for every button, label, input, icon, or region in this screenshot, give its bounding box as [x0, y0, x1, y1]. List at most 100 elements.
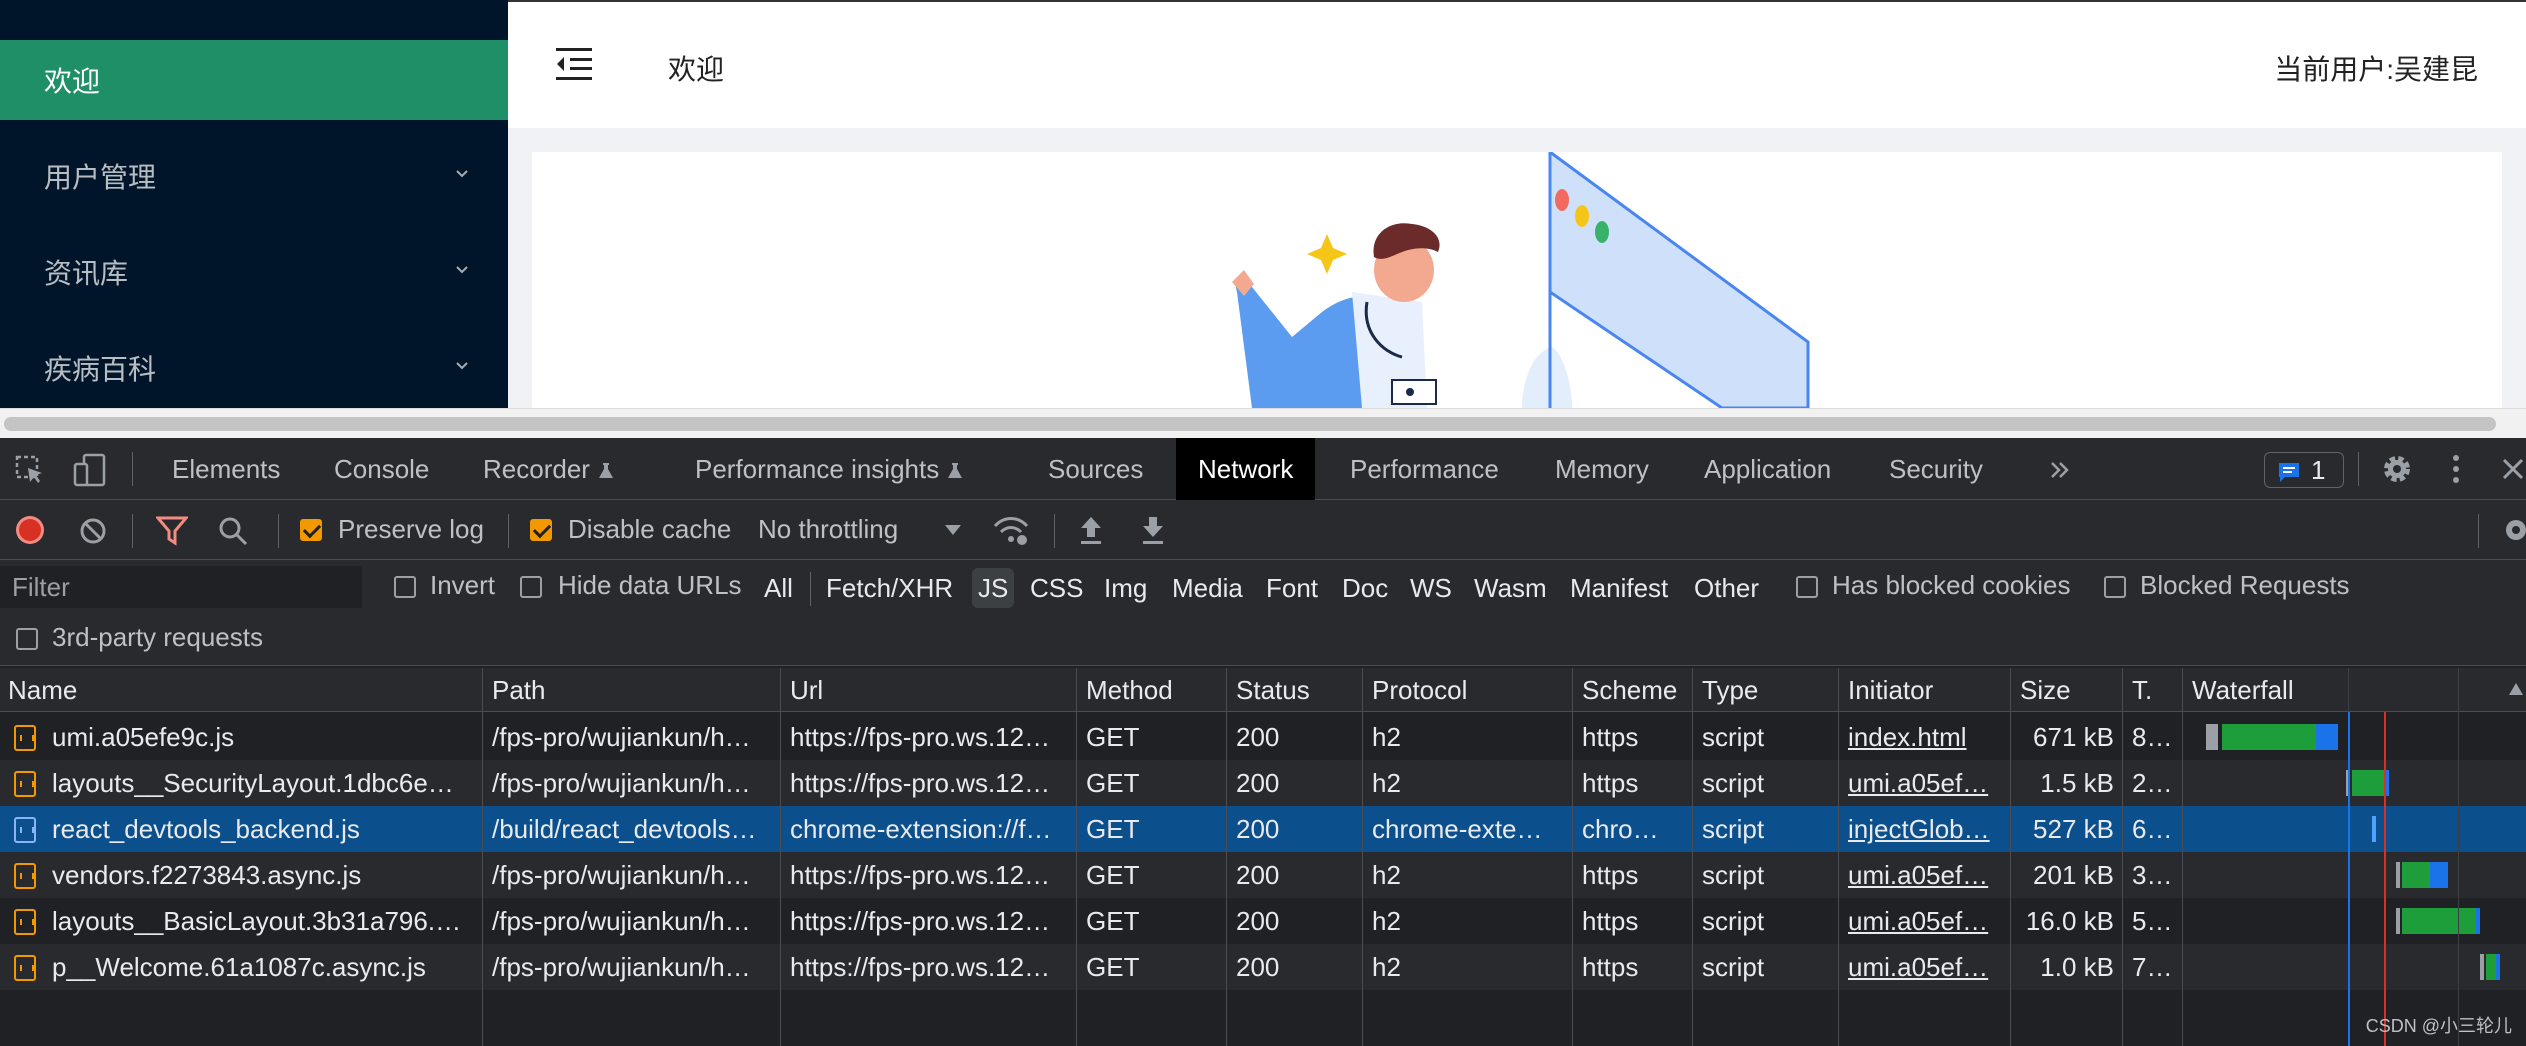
column-header-initiator[interactable]: Initiator — [1840, 668, 2010, 712]
tab-console[interactable]: Console — [334, 438, 429, 500]
more-tabs-icon[interactable] — [2048, 458, 2072, 482]
current-user: 当前用户:吴建昆 — [2274, 54, 2478, 85]
column-divider[interactable] — [2122, 668, 2123, 1046]
filter-type-other[interactable]: Other — [1694, 568, 1759, 608]
network-conditions-icon[interactable] — [992, 514, 1030, 546]
filter-type-js[interactable]: JS — [972, 568, 1015, 608]
request-initiator[interactable]: index.html — [1840, 714, 2010, 760]
filter-type-ws[interactable]: WS — [1410, 568, 1452, 608]
filter-type-all[interactable]: All — [764, 568, 793, 608]
import-har-icon[interactable] — [1078, 514, 1104, 546]
search-icon[interactable] — [218, 516, 248, 546]
horizontal-scrollbar[interactable] — [0, 408, 2526, 438]
issues-count: 1 — [2311, 455, 2326, 485]
column-header-name[interactable]: Name — [0, 668, 482, 712]
tab-application[interactable]: Application — [1704, 438, 1831, 500]
column-divider[interactable] — [1692, 668, 1693, 1046]
column-divider[interactable] — [2182, 668, 2183, 1046]
tab-sources[interactable]: Sources — [1048, 438, 1143, 500]
column-divider[interactable] — [482, 668, 483, 1046]
waterfall-bar-download — [2316, 724, 2338, 750]
kebab-menu-icon[interactable] — [2450, 452, 2462, 486]
throttling-select[interactable]: No throttling — [758, 514, 898, 545]
menu-fold-icon[interactable] — [554, 46, 594, 82]
scrollbar-thumb[interactable] — [4, 417, 2496, 431]
request-initiator[interactable]: umi.a05ef… — [1840, 944, 2010, 990]
request-size: 16.0 kB — [2025, 906, 2114, 936]
filter-type-media[interactable]: Media — [1172, 568, 1243, 608]
column-divider[interactable] — [1572, 668, 1573, 1046]
hide-data-urls-checkbox[interactable] — [520, 576, 542, 598]
third-party-requests-checkbox[interactable] — [16, 628, 38, 650]
column-header-protocol[interactable]: Protocol — [1364, 668, 1572, 712]
table-row[interactable]: layouts__BasicLayout.3b31a796.… /fps-pro… — [0, 898, 2526, 944]
clear-icon[interactable] — [78, 516, 108, 546]
column-header-status[interactable]: Status — [1228, 668, 1362, 712]
invert-checkbox[interactable] — [394, 576, 416, 598]
filter-type-manifest[interactable]: Manifest — [1570, 568, 1668, 608]
tab-performance-insights[interactable]: Performance insights — [695, 438, 963, 500]
sidebar-item-news-library[interactable]: 资讯库 — [0, 232, 508, 312]
filter-type-fetch-xhr[interactable]: Fetch/XHR — [826, 568, 953, 608]
column-header-time[interactable]: T. — [2124, 668, 2182, 712]
request-time: 3… — [2132, 860, 2173, 890]
preserve-log-checkbox[interactable] — [300, 519, 322, 541]
column-header-waterfall[interactable]: Waterfall — [2184, 668, 2484, 712]
column-divider[interactable] — [1076, 668, 1077, 1046]
filter-type-wasm[interactable]: Wasm — [1474, 568, 1547, 608]
filter-type-doc[interactable]: Doc — [1342, 568, 1388, 608]
table-row[interactable]: p__Welcome.61a1087c.async.js /fps-pro/wu… — [0, 944, 2526, 990]
request-scheme: https — [1582, 906, 1639, 936]
tab-performance[interactable]: Performance — [1350, 438, 1499, 500]
filter-type-css[interactable]: CSS — [1030, 568, 1083, 608]
has-blocked-cookies-checkbox[interactable] — [1796, 576, 1818, 598]
tab-recorder[interactable]: Recorder — [483, 438, 614, 500]
column-header-url[interactable]: Url — [782, 668, 1078, 712]
device-toolbar-icon[interactable] — [72, 452, 108, 488]
sidebar-item-user-management[interactable]: 用户管理 — [0, 136, 508, 216]
export-har-icon[interactable] — [1140, 514, 1166, 546]
request-initiator[interactable]: umi.a05ef… — [1840, 760, 2010, 806]
table-row-selected[interactable]: react_devtools_backend.js /build/react_d… — [0, 806, 2526, 852]
column-header-scheme[interactable]: Scheme — [1574, 668, 1692, 712]
column-header-size[interactable]: Size — [2012, 668, 2122, 712]
table-row[interactable]: umi.a05efe9c.js /fps-pro/wujiankun/h… ht… — [0, 714, 2526, 760]
waterfall-bar-download — [2476, 908, 2480, 934]
column-divider[interactable] — [1226, 668, 1227, 1046]
gear-icon[interactable] — [2380, 452, 2414, 486]
column-header-method[interactable]: Method — [1078, 668, 1226, 712]
column-header-path[interactable]: Path — [484, 668, 780, 712]
column-divider[interactable] — [2010, 668, 2011, 1046]
tab-network[interactable]: Network — [1176, 438, 1316, 500]
issues-badge[interactable]: 1 — [2264, 452, 2344, 488]
blocked-requests-checkbox[interactable] — [2104, 576, 2126, 598]
request-initiator[interactable]: injectGlob… — [1840, 806, 2010, 852]
filter-icon[interactable] — [156, 516, 188, 546]
sidebar-item-welcome[interactable]: 欢迎 — [0, 40, 508, 120]
record-icon[interactable] — [14, 514, 46, 546]
request-time: 6… — [2132, 814, 2173, 844]
filter-type-font[interactable]: Font — [1266, 568, 1318, 608]
network-settings-gear-icon[interactable] — [2500, 514, 2526, 546]
request-initiator[interactable]: umi.a05ef… — [1840, 898, 2010, 944]
close-icon[interactable] — [2500, 456, 2526, 482]
disable-cache-checkbox[interactable] — [530, 519, 552, 541]
filter-input[interactable]: Filter — [0, 566, 362, 608]
column-header-type[interactable]: Type — [1694, 668, 1838, 712]
tab-memory[interactable]: Memory — [1555, 438, 1649, 500]
tab-elements[interactable]: Elements — [172, 438, 280, 500]
request-method: GET — [1086, 860, 1140, 890]
request-initiator[interactable]: umi.a05ef… — [1840, 852, 2010, 898]
sidebar-item-disease-encyclopedia[interactable]: 疾病百科 — [0, 328, 508, 408]
column-divider[interactable] — [1838, 668, 1839, 1046]
waterfall-bar-waiting — [2222, 724, 2316, 750]
table-row[interactable]: layouts__SecurityLayout.1dbc6e… /fps-pro… — [0, 760, 2526, 806]
filter-type-img[interactable]: Img — [1104, 568, 1147, 608]
welcome-card — [532, 152, 2502, 408]
script-file-icon — [14, 725, 36, 751]
column-divider[interactable] — [780, 668, 781, 1046]
column-divider[interactable] — [1362, 668, 1363, 1046]
tab-security[interactable]: Security — [1889, 438, 1983, 500]
table-row[interactable]: vendors.f2273843.async.js /fps-pro/wujia… — [0, 852, 2526, 898]
inspect-element-icon[interactable] — [14, 454, 46, 486]
